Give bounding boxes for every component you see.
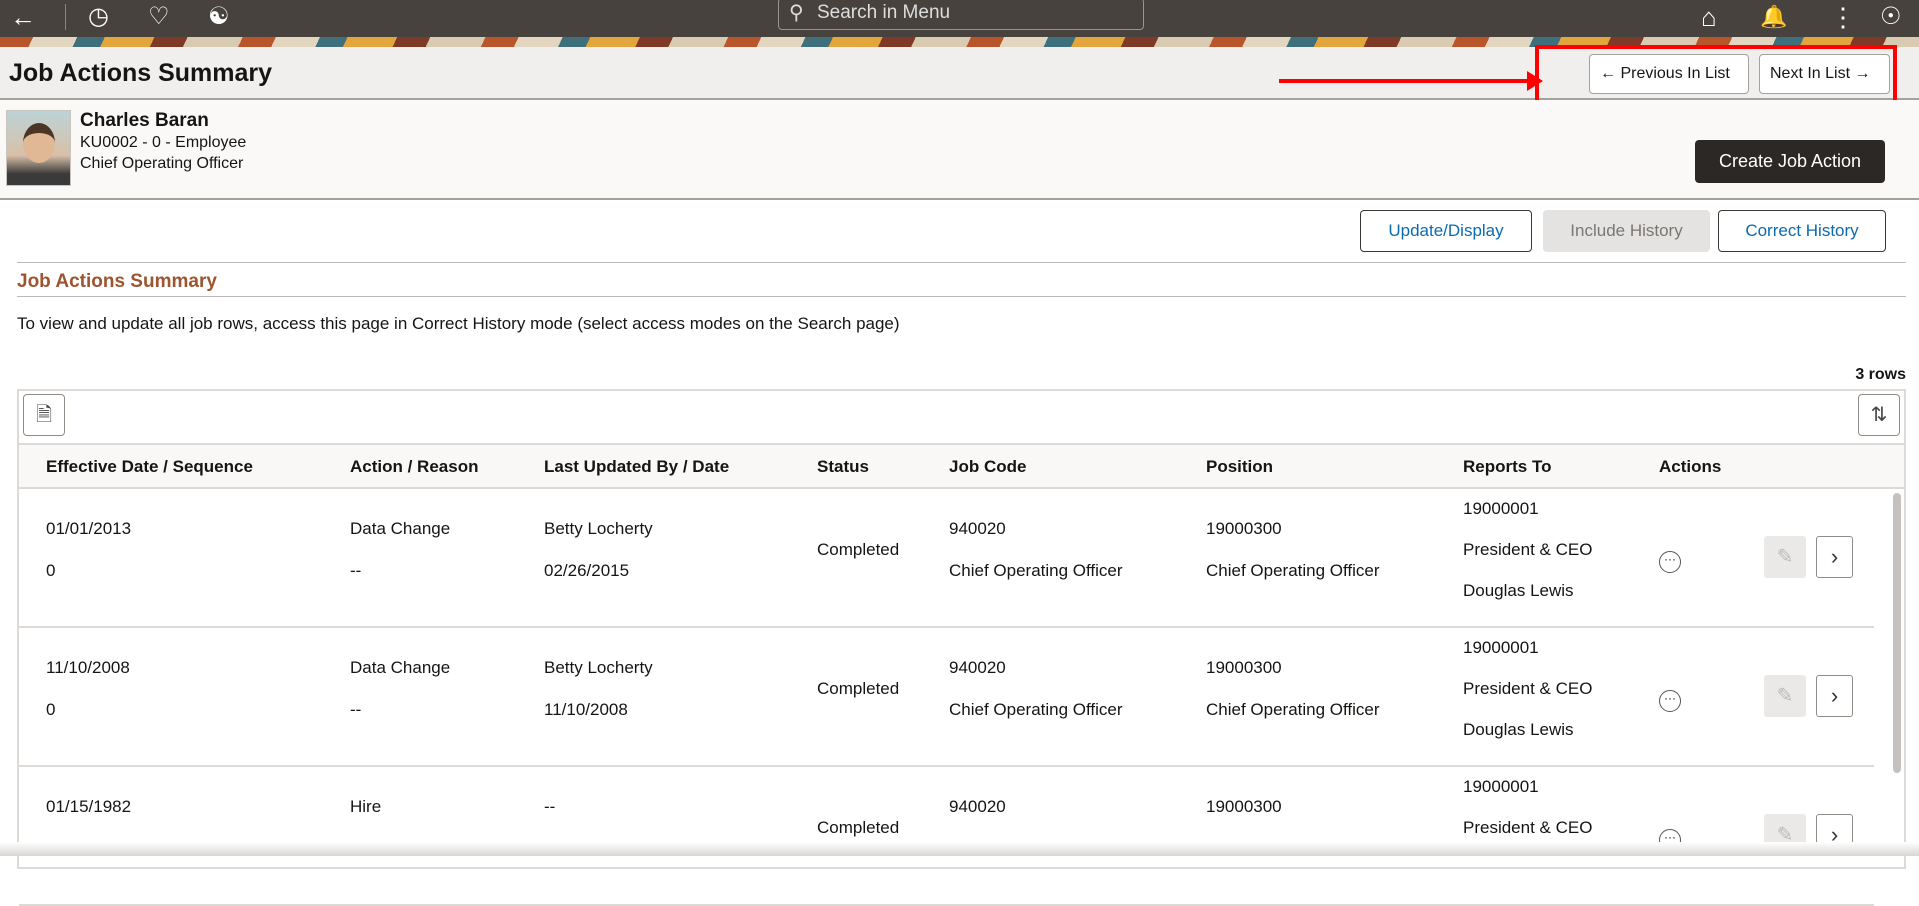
updated-date: 02/26/2015	[544, 561, 630, 580]
col-position: Position	[1206, 457, 1274, 476]
updated-by: --	[544, 797, 556, 816]
sequence: 0	[46, 700, 56, 719]
position-title: Chief Operating Officer	[1206, 561, 1380, 580]
divider	[17, 296, 1906, 297]
reports-to-name: Douglas Lewis	[1463, 720, 1574, 739]
accessibility-icon[interactable]: ☯	[208, 2, 230, 32]
updated-date: 11/10/2008	[544, 700, 628, 719]
reports-to-id: 19000001	[1463, 777, 1539, 796]
back-arrow-icon[interactable]: ←	[10, 2, 36, 32]
more-actions-icon[interactable]: ···	[1659, 551, 1681, 573]
reason: --	[350, 561, 362, 580]
instruction-text: To view and update all job rows, access …	[17, 314, 900, 333]
home-icon[interactable]: ⌂	[1701, 2, 1717, 32]
navigator-compass-icon[interactable]: ☉	[1880, 2, 1902, 32]
col-action-reason: Action / Reason	[350, 457, 479, 476]
export-document-icon[interactable]: 🗎	[23, 394, 65, 436]
col-job-code: Job Code	[949, 457, 1027, 476]
search-placeholder: Search in Menu	[817, 2, 951, 23]
action: Data Change	[350, 519, 451, 538]
employee-id: KU0002 - 0 - Employee	[80, 134, 247, 151]
employee-photo	[6, 110, 71, 186]
col-reports-to: Reports To	[1463, 457, 1552, 476]
table-row: 01/15/1982 Hire -- Completed 940020 1900…	[19, 767, 1874, 906]
job-code-title: Chief Operating Officer	[949, 561, 1123, 580]
include-history-button: Include History	[1543, 210, 1710, 252]
grid-header-row: Effective Date / Sequence Action / Reaso…	[19, 443, 1904, 489]
employee-header: Charles Baran KU0002 - 0 - Employee Chie…	[0, 100, 1919, 200]
sort-icon[interactable]: ⇅	[1858, 394, 1900, 436]
reports-to-title: President & CEO	[1463, 679, 1593, 698]
chevron-right-icon[interactable]: ›	[1816, 675, 1853, 717]
annotation-arrow	[1279, 71, 1543, 91]
reports-to-title: President & CEO	[1463, 540, 1593, 559]
reports-to-name: Douglas Lewis	[1463, 581, 1574, 600]
employee-job-title: Chief Operating Officer	[80, 155, 244, 172]
page-title: Job Actions Summary	[9, 59, 273, 87]
divider	[65, 4, 66, 30]
reports-to-id: 19000001	[1463, 499, 1539, 518]
reason: --	[350, 700, 362, 719]
position: 19000300	[1206, 658, 1282, 677]
notifications-bell-icon[interactable]: 🔔	[1760, 2, 1787, 32]
col-effective-date: Effective Date / Sequence	[46, 457, 253, 476]
row-count: 3 rows	[1855, 366, 1906, 383]
section-title: Job Actions Summary	[17, 271, 217, 292]
divider	[17, 262, 1906, 263]
job-code: 940020	[949, 519, 1006, 538]
more-actions-icon[interactable]: ···	[1659, 690, 1681, 712]
table-row: 11/10/2008 0 Data Change -- Betty Locher…	[19, 628, 1874, 767]
effective-date: 01/15/1982	[46, 797, 132, 816]
correct-history-button[interactable]: Correct History	[1718, 210, 1886, 252]
bottom-shadow	[0, 842, 1919, 856]
status: Completed	[817, 540, 900, 559]
chevron-right-icon[interactable]: ›	[1816, 536, 1853, 578]
job-actions-grid: 🗎 ⇅ Effective Date / Sequence Action / R…	[17, 389, 1906, 906]
job-code: 940020	[949, 797, 1006, 816]
table-row: 01/01/2013 0 Data Change -- Betty Locher…	[19, 489, 1874, 628]
col-last-updated: Last Updated By / Date	[544, 457, 730, 476]
search-input[interactable]: ⚲ Search in Menu	[778, 0, 1144, 30]
edit-pencil-icon: ✎	[1764, 675, 1806, 717]
position-title: Chief Operating Officer	[1206, 700, 1380, 719]
annotation-highlight-box	[1535, 45, 1897, 105]
edit-pencil-icon: ✎	[1764, 536, 1806, 578]
top-navigation-bar: ← ◷ ♡ ☯ ⚲ Search in Menu ⌂ 🔔 ⋮ ☉	[0, 0, 1919, 37]
job-code: 940020	[949, 658, 1006, 677]
vertical-scrollbar[interactable]	[1893, 493, 1901, 773]
sequence: 0	[46, 561, 56, 580]
position: 19000300	[1206, 797, 1282, 816]
reports-to-title: President & CEO	[1463, 818, 1593, 837]
updated-by: Betty Locherty	[544, 658, 653, 677]
position: 19000300	[1206, 519, 1282, 538]
status: Completed	[817, 679, 900, 698]
update-display-button[interactable]: Update/Display	[1360, 210, 1532, 252]
job-code-title: Chief Operating Officer	[949, 700, 1123, 719]
employee-name: Charles Baran	[80, 110, 209, 131]
action: Hire	[350, 797, 382, 816]
status: Completed	[817, 818, 900, 837]
action: Data Change	[350, 658, 451, 677]
search-icon: ⚲	[789, 2, 804, 24]
recent-clock-icon[interactable]: ◷	[88, 2, 109, 32]
reports-to-id: 19000001	[1463, 638, 1539, 657]
col-actions: Actions	[1659, 457, 1722, 476]
more-vertical-icon[interactable]: ⋮	[1830, 2, 1856, 32]
create-job-action-button[interactable]: Create Job Action	[1695, 140, 1885, 183]
effective-date: 11/10/2008	[46, 658, 130, 677]
favorites-heart-icon[interactable]: ♡	[148, 2, 170, 32]
effective-date: 01/01/2013	[46, 519, 132, 538]
col-status: Status	[817, 457, 869, 476]
updated-by: Betty Locherty	[544, 519, 653, 538]
